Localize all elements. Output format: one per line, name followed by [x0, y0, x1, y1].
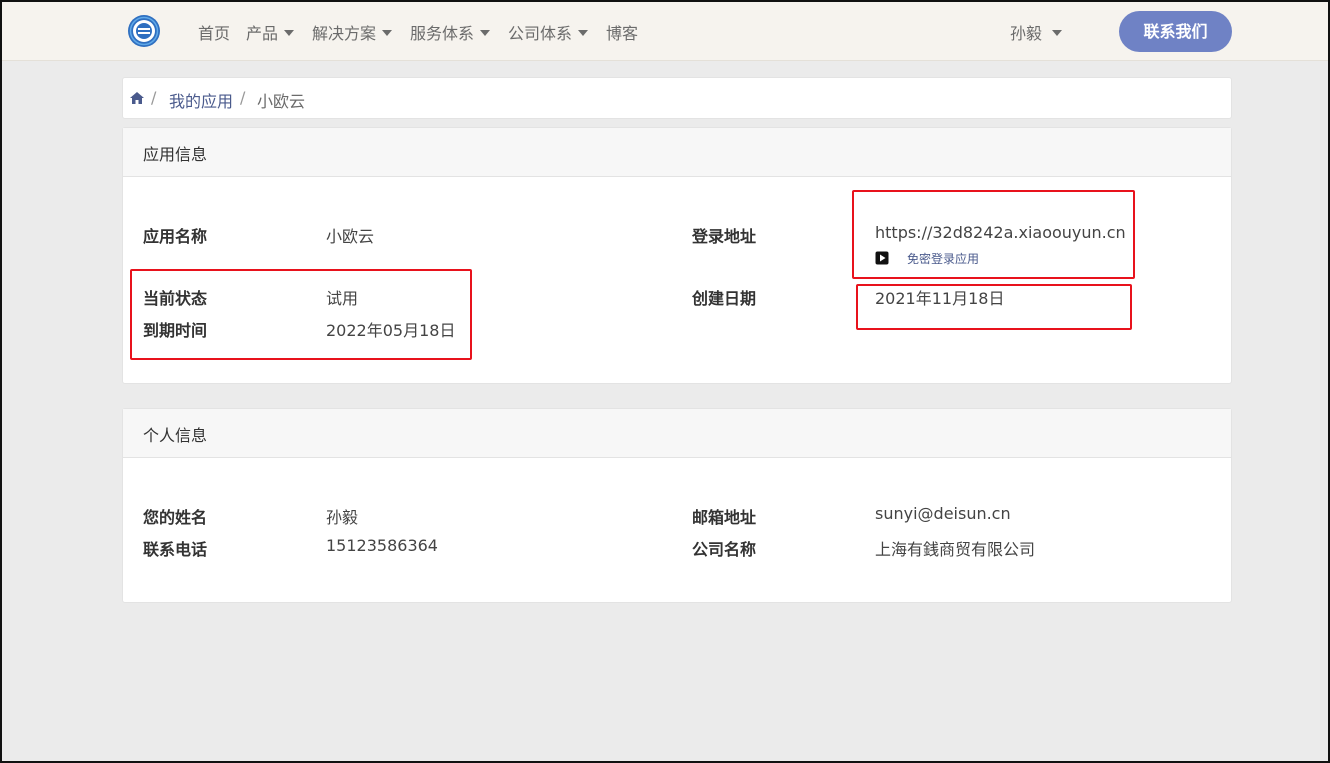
user-menu[interactable]: 孙毅 [1010, 20, 1063, 44]
company-value: 上海有銭商贸有限公司 [875, 540, 1036, 559]
top-navbar: 首页 产品 解决方案 服务体系 公司体系 博客 孙毅 联系我们 [2, 2, 1328, 61]
nav-item-products[interactable]: 产品 [246, 20, 295, 44]
highlight-box-status [130, 269, 472, 360]
login-url-label: 登录地址 [692, 227, 757, 246]
personal-info-header: 个人信息 [123, 409, 1231, 458]
app-name-value: 小欧云 [326, 227, 375, 246]
breadcrumb-separator: / [240, 88, 246, 107]
user-name-label: 您的姓名 [143, 508, 208, 527]
email-value: sunyi@deisun.cn [875, 504, 1011, 523]
app-info-card: 应用信息 应用名称 小欧云 当前状态 试用 到期时间 2022年05月18日 登… [122, 127, 1232, 384]
company-logo-icon[interactable] [127, 14, 161, 48]
app-name-label: 应用名称 [143, 227, 208, 246]
breadcrumb-current: 小欧云 [257, 92, 306, 111]
user-name: 孙毅 [1010, 24, 1043, 43]
app-info-header: 应用信息 [123, 128, 1231, 177]
personal-info-card: 个人信息 您的姓名 孙毅 联系电话 15123586364 邮箱地址 sunyi… [122, 408, 1232, 603]
chevron-down-icon [382, 30, 393, 36]
chevron-down-icon [284, 30, 295, 36]
chevron-down-icon [1052, 30, 1063, 36]
breadcrumb-my-apps-link[interactable]: 我的应用 [169, 88, 233, 112]
company-label: 公司名称 [692, 540, 757, 559]
contact-us-button[interactable]: 联系我们 [1119, 11, 1232, 52]
user-name-value: 孙毅 [326, 508, 359, 527]
nav-item-home[interactable]: 首页 [198, 20, 230, 44]
chevron-down-icon [480, 30, 491, 36]
highlight-box-login-url [852, 190, 1135, 279]
created-date-label: 创建日期 [692, 289, 757, 308]
nav-item-company-system[interactable]: 公司体系 [508, 20, 589, 44]
home-icon[interactable] [129, 90, 145, 106]
chevron-down-icon [578, 30, 589, 36]
nav-item-solutions[interactable]: 解决方案 [312, 20, 393, 44]
breadcrumb: / 我的应用 / 小欧云 [122, 77, 1232, 119]
phone-label: 联系电话 [143, 540, 208, 559]
phone-value: 15123586364 [326, 536, 438, 555]
email-label: 邮箱地址 [692, 508, 757, 527]
breadcrumb-separator: / [151, 88, 157, 107]
nav-item-blog[interactable]: 博客 [606, 20, 638, 44]
nav-item-service-system[interactable]: 服务体系 [410, 20, 491, 44]
highlight-box-created-date [856, 284, 1132, 330]
